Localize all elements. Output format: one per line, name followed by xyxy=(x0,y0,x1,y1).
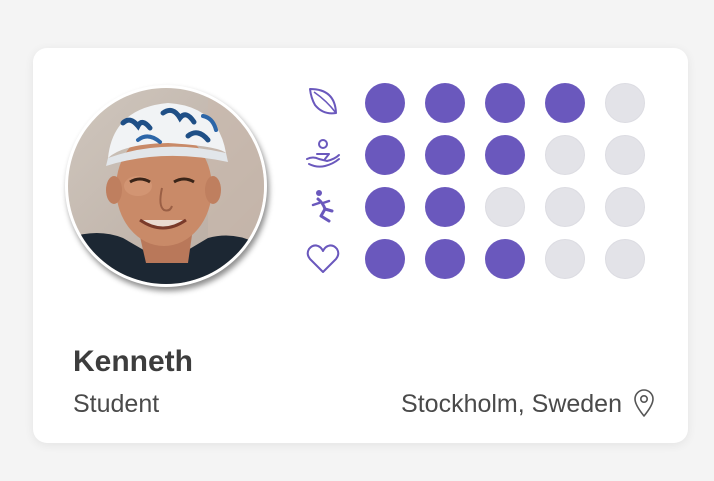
rating-dot-empty xyxy=(605,239,645,279)
rating-row-activity xyxy=(305,187,685,227)
profile-card[interactable]: Kenneth Student Stockholm, Sweden xyxy=(33,48,688,443)
rating-dot-empty xyxy=(545,135,585,175)
rating-dot-filled xyxy=(425,187,465,227)
rating-dot-empty xyxy=(605,135,645,175)
map-pin-icon xyxy=(634,389,654,417)
rating-dot-filled xyxy=(425,239,465,279)
profile-location: Stockholm, Sweden xyxy=(401,390,622,418)
rating-dot-empty xyxy=(545,187,585,227)
rating-row-care xyxy=(305,135,685,175)
rating-dot-filled xyxy=(365,239,405,279)
rating-dot-filled xyxy=(485,239,525,279)
rating-row-nature xyxy=(305,83,685,123)
rating-dot-filled xyxy=(425,83,465,123)
rating-dot-filled xyxy=(485,83,525,123)
rating-dot-filled xyxy=(365,83,405,123)
rating-dot-filled xyxy=(365,187,405,227)
rating-dot-empty xyxy=(545,239,585,279)
leaf-icon xyxy=(309,88,337,115)
avatar-photo xyxy=(68,88,264,284)
hand-giving-icon xyxy=(306,139,340,168)
profile-name: Kenneth xyxy=(73,345,193,378)
rating-dot-empty xyxy=(605,83,645,123)
rating-dot-filled xyxy=(365,135,405,175)
profile-role: Student xyxy=(73,390,160,418)
rating-dot-empty xyxy=(485,187,525,227)
rating-dot-filled xyxy=(425,135,465,175)
rating-row-love xyxy=(305,239,685,279)
heart-icon xyxy=(306,244,340,273)
person-falling-icon xyxy=(311,190,334,223)
rating-dot-filled xyxy=(545,83,585,123)
rating-dot-empty xyxy=(605,187,645,227)
rating-dot-filled xyxy=(485,135,525,175)
avatar xyxy=(65,85,267,287)
